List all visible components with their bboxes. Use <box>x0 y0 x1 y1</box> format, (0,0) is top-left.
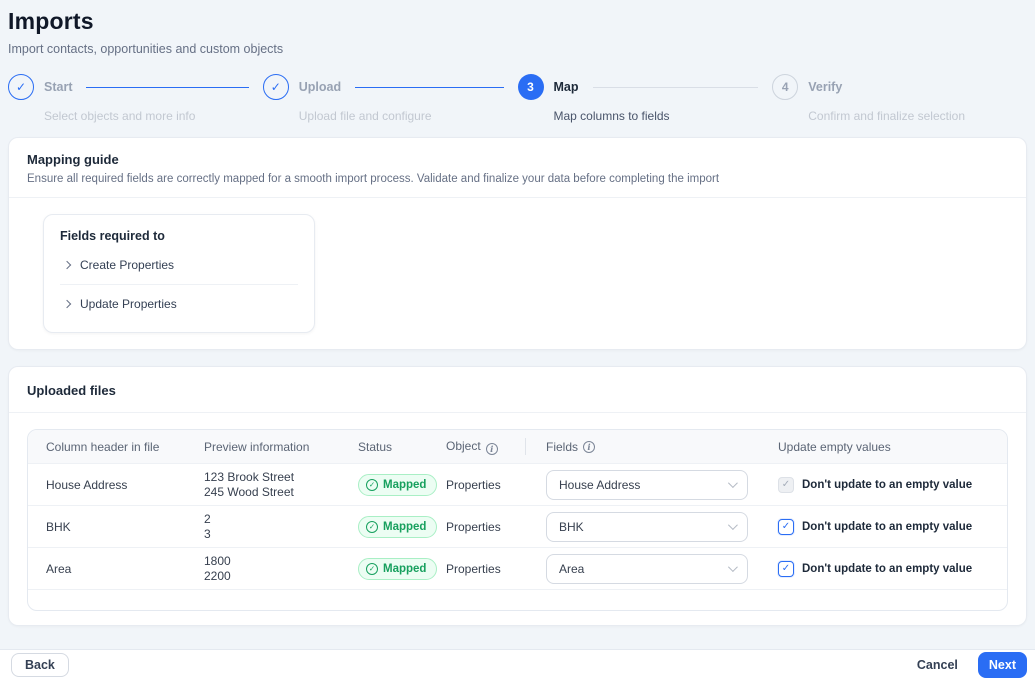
step-description: Map columns to fields <box>553 109 670 123</box>
fields-required-title: Fields required to <box>60 229 165 243</box>
status-cell: Mapped <box>358 515 446 538</box>
cancel-button[interactable]: Cancel <box>911 654 964 676</box>
fields-cell: BHK <box>525 506 770 547</box>
column-header-cell: BHK <box>46 519 71 534</box>
step-map[interactable]: 3 Map Map columns to fields <box>517 74 773 123</box>
create-properties-expander[interactable]: Create Properties <box>60 249 298 281</box>
chevron-right-icon <box>62 299 72 309</box>
step-connector <box>86 86 249 88</box>
update-empty-cell: Don't update to an empty value <box>770 476 989 493</box>
step-upload[interactable]: Upload Upload file and configure <box>262 74 518 123</box>
update-empty-cell: Don't update to an empty value <box>770 560 989 577</box>
step-connector <box>355 86 504 88</box>
check-circle-icon <box>8 74 34 100</box>
step-label: Map <box>553 80 579 94</box>
fields-cell: House Address <box>525 464 770 505</box>
imports-page: Imports Import contacts, opportunities a… <box>0 0 1035 626</box>
table-row: BHK 2 3 Mapped Properties BHK <box>28 505 1007 547</box>
update-properties-expander[interactable]: Update Properties <box>60 288 298 320</box>
step-number-badge: 3 <box>517 74 544 100</box>
chevron-down-icon <box>727 520 738 531</box>
column-header-cell: Area <box>46 561 72 576</box>
step-start[interactable]: Start Select objects and more info <box>8 74 263 123</box>
import-stepper: Start Select objects and more info Uploa… <box>8 74 1027 123</box>
mapping-table: Column header in file Preview informatio… <box>27 429 1008 611</box>
expander-label: Update Properties <box>80 297 177 311</box>
expander-label: Create Properties <box>80 258 175 272</box>
chevron-down-icon <box>727 562 738 573</box>
status-badge: Mapped <box>358 515 438 538</box>
step-label: Upload <box>298 80 342 94</box>
check-circle-icon <box>366 520 378 533</box>
table-header-row: Column header in file Preview informatio… <box>28 430 1007 463</box>
step-number-badge: 4 <box>772 74 799 100</box>
table-empty-space <box>28 589 1007 610</box>
field-select[interactable]: Area <box>546 553 748 584</box>
mapping-guide-description: Ensure all required fields are correctly… <box>27 173 720 185</box>
page-subtitle: Import contacts, opportunities and custo… <box>8 42 284 56</box>
dont-update-checkbox[interactable] <box>778 560 794 577</box>
info-icon[interactable] <box>485 442 498 455</box>
preview-cell: 123 Brook Street 245 Wood Street <box>204 469 295 499</box>
checkbox-label: Don't update to an empty value <box>802 520 973 533</box>
info-icon[interactable] <box>583 440 596 453</box>
page-title: Imports <box>8 8 94 34</box>
check-circle-icon <box>262 74 289 100</box>
status-cell: Mapped <box>358 473 446 496</box>
column-header-cell: House Address <box>46 477 128 492</box>
fields-required-panel: Fields required to Create Properties Upd… <box>43 214 315 333</box>
status-badge: Mapped <box>358 473 438 496</box>
object-cell: Properties <box>446 477 501 492</box>
uploaded-files-card: Uploaded files Column header in file Pre… <box>8 366 1027 626</box>
step-connector <box>592 86 759 88</box>
check-circle-icon <box>366 478 378 491</box>
object-cell: Properties <box>446 561 501 576</box>
footer-action-bar: Back Cancel Next <box>0 649 1035 680</box>
table-row: House Address 123 Brook Street 245 Wood … <box>28 463 1007 505</box>
preview-cell: 2 3 <box>204 511 211 541</box>
step-label: Start <box>44 80 73 94</box>
step-description: Confirm and finalize selection <box>808 109 965 123</box>
preview-cell: 1800 2200 <box>204 553 231 583</box>
dont-update-checkbox[interactable] <box>778 518 794 535</box>
mapping-guide-card: Mapping guide Ensure all required fields… <box>8 137 1027 350</box>
col-column-header: Column header in file <box>46 439 160 454</box>
col-object: Object <box>446 439 525 455</box>
status-badge: Mapped <box>358 557 438 580</box>
col-status: Status <box>358 439 393 454</box>
col-update-empty: Update empty values <box>778 439 891 454</box>
status-cell: Mapped <box>358 557 446 580</box>
col-fields: Fields <box>525 430 770 463</box>
table-row: Area 1800 2200 Mapped Properties <box>28 547 1007 589</box>
uploaded-files-title: Uploaded files <box>27 383 116 398</box>
step-label: Verify <box>808 80 843 94</box>
fields-cell: Area <box>525 548 770 589</box>
field-select[interactable]: BHK <box>546 511 748 542</box>
chevron-right-icon <box>62 260 72 270</box>
mapping-guide-title: Mapping guide <box>27 152 119 167</box>
object-cell: Properties <box>446 519 501 534</box>
next-button[interactable]: Next <box>977 652 1027 678</box>
field-select[interactable]: House Address <box>546 469 748 500</box>
divider <box>60 284 298 285</box>
checkbox-label: Don't update to an empty value <box>802 562 973 575</box>
step-description: Upload file and configure <box>298 109 432 123</box>
checkbox-label: Don't update to an empty value <box>802 478 973 491</box>
col-preview: Preview information <box>204 439 310 454</box>
update-empty-cell: Don't update to an empty value <box>770 518 989 535</box>
step-description: Select objects and more info <box>44 109 196 123</box>
check-circle-icon <box>366 562 378 575</box>
step-verify[interactable]: 4 Verify Confirm and finalize selection <box>772 74 1027 123</box>
back-button[interactable]: Back <box>11 653 69 677</box>
chevron-down-icon <box>727 478 738 489</box>
dont-update-checkbox <box>778 476 794 493</box>
